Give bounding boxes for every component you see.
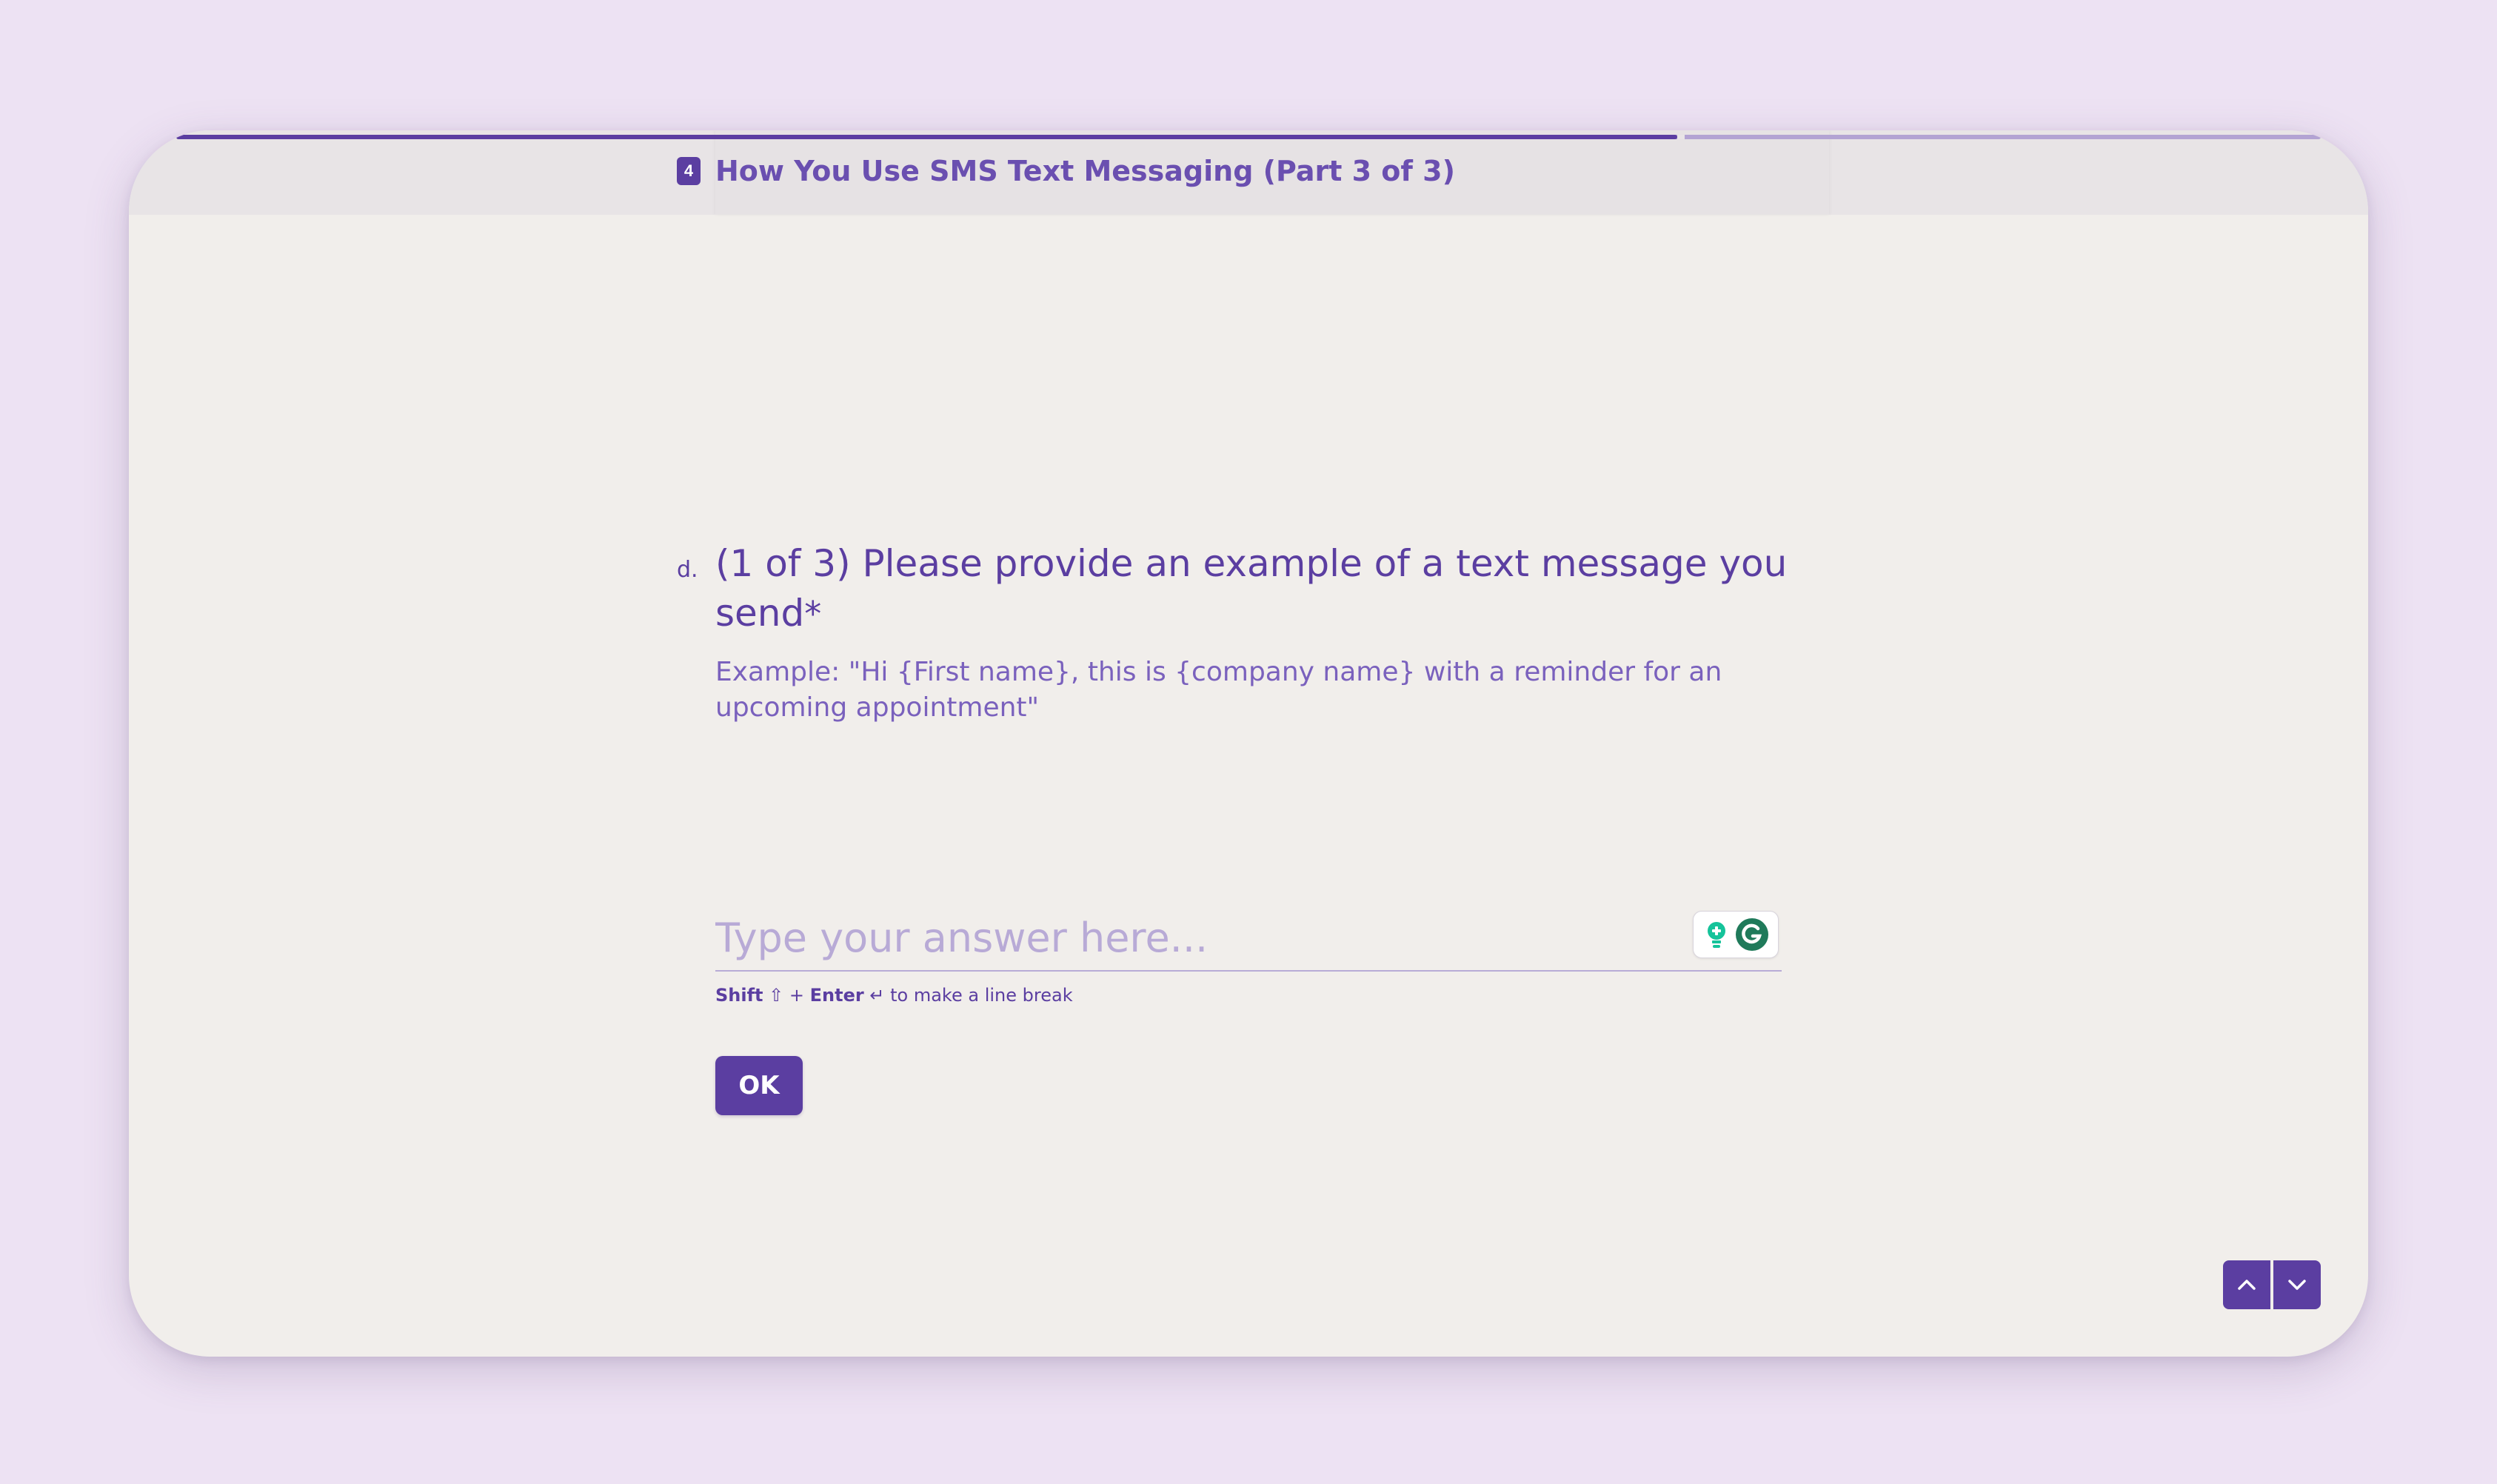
- progress-bar: [176, 135, 2321, 139]
- question-description: Example: "Hi {First name}, this is {comp…: [715, 657, 1722, 723]
- next-question-button[interactable]: [2273, 1260, 2321, 1309]
- chevron-up-icon: [2238, 1280, 2256, 1290]
- hint-text: to make a line break: [890, 985, 1073, 1006]
- shift-key-label: Shift: [715, 985, 763, 1006]
- section-number-badge: 4: [677, 157, 701, 185]
- progress-bar-fill: [176, 135, 1677, 139]
- lightbulb-icon[interactable]: [1705, 920, 1728, 950]
- shift-symbol: ⇧: [769, 985, 784, 1006]
- question-title-text: (1 of 3) Please provide an example of a …: [715, 542, 1788, 635]
- form-window: 4 How You Use SMS Text Messaging (Part 3…: [129, 130, 2368, 1357]
- ok-button[interactable]: OK: [715, 1056, 803, 1115]
- required-marker: *: [804, 594, 822, 634]
- answer-input[interactable]: [715, 905, 1782, 972]
- grammarly-widget[interactable]: [1693, 911, 1779, 958]
- previous-question-button[interactable]: [2223, 1260, 2270, 1309]
- plus-sign: +: [789, 985, 805, 1006]
- grammarly-icon[interactable]: [1735, 918, 1769, 952]
- section-title: How You Use SMS Text Messaging (Part 3 o…: [715, 155, 1455, 187]
- chevron-down-icon: [2288, 1280, 2306, 1290]
- enter-key-label: Enter: [809, 985, 864, 1006]
- question-title: (1 of 3) Please provide an example of a …: [715, 539, 1796, 639]
- progress-bar-divider: [1677, 135, 1685, 139]
- question-index: d.: [677, 557, 698, 583]
- line-break-hint: Shift ⇧ + Enter ↵ to make a line break: [715, 982, 1073, 1009]
- enter-symbol: ↵: [869, 985, 885, 1006]
- question-navigation: [2223, 1260, 2321, 1309]
